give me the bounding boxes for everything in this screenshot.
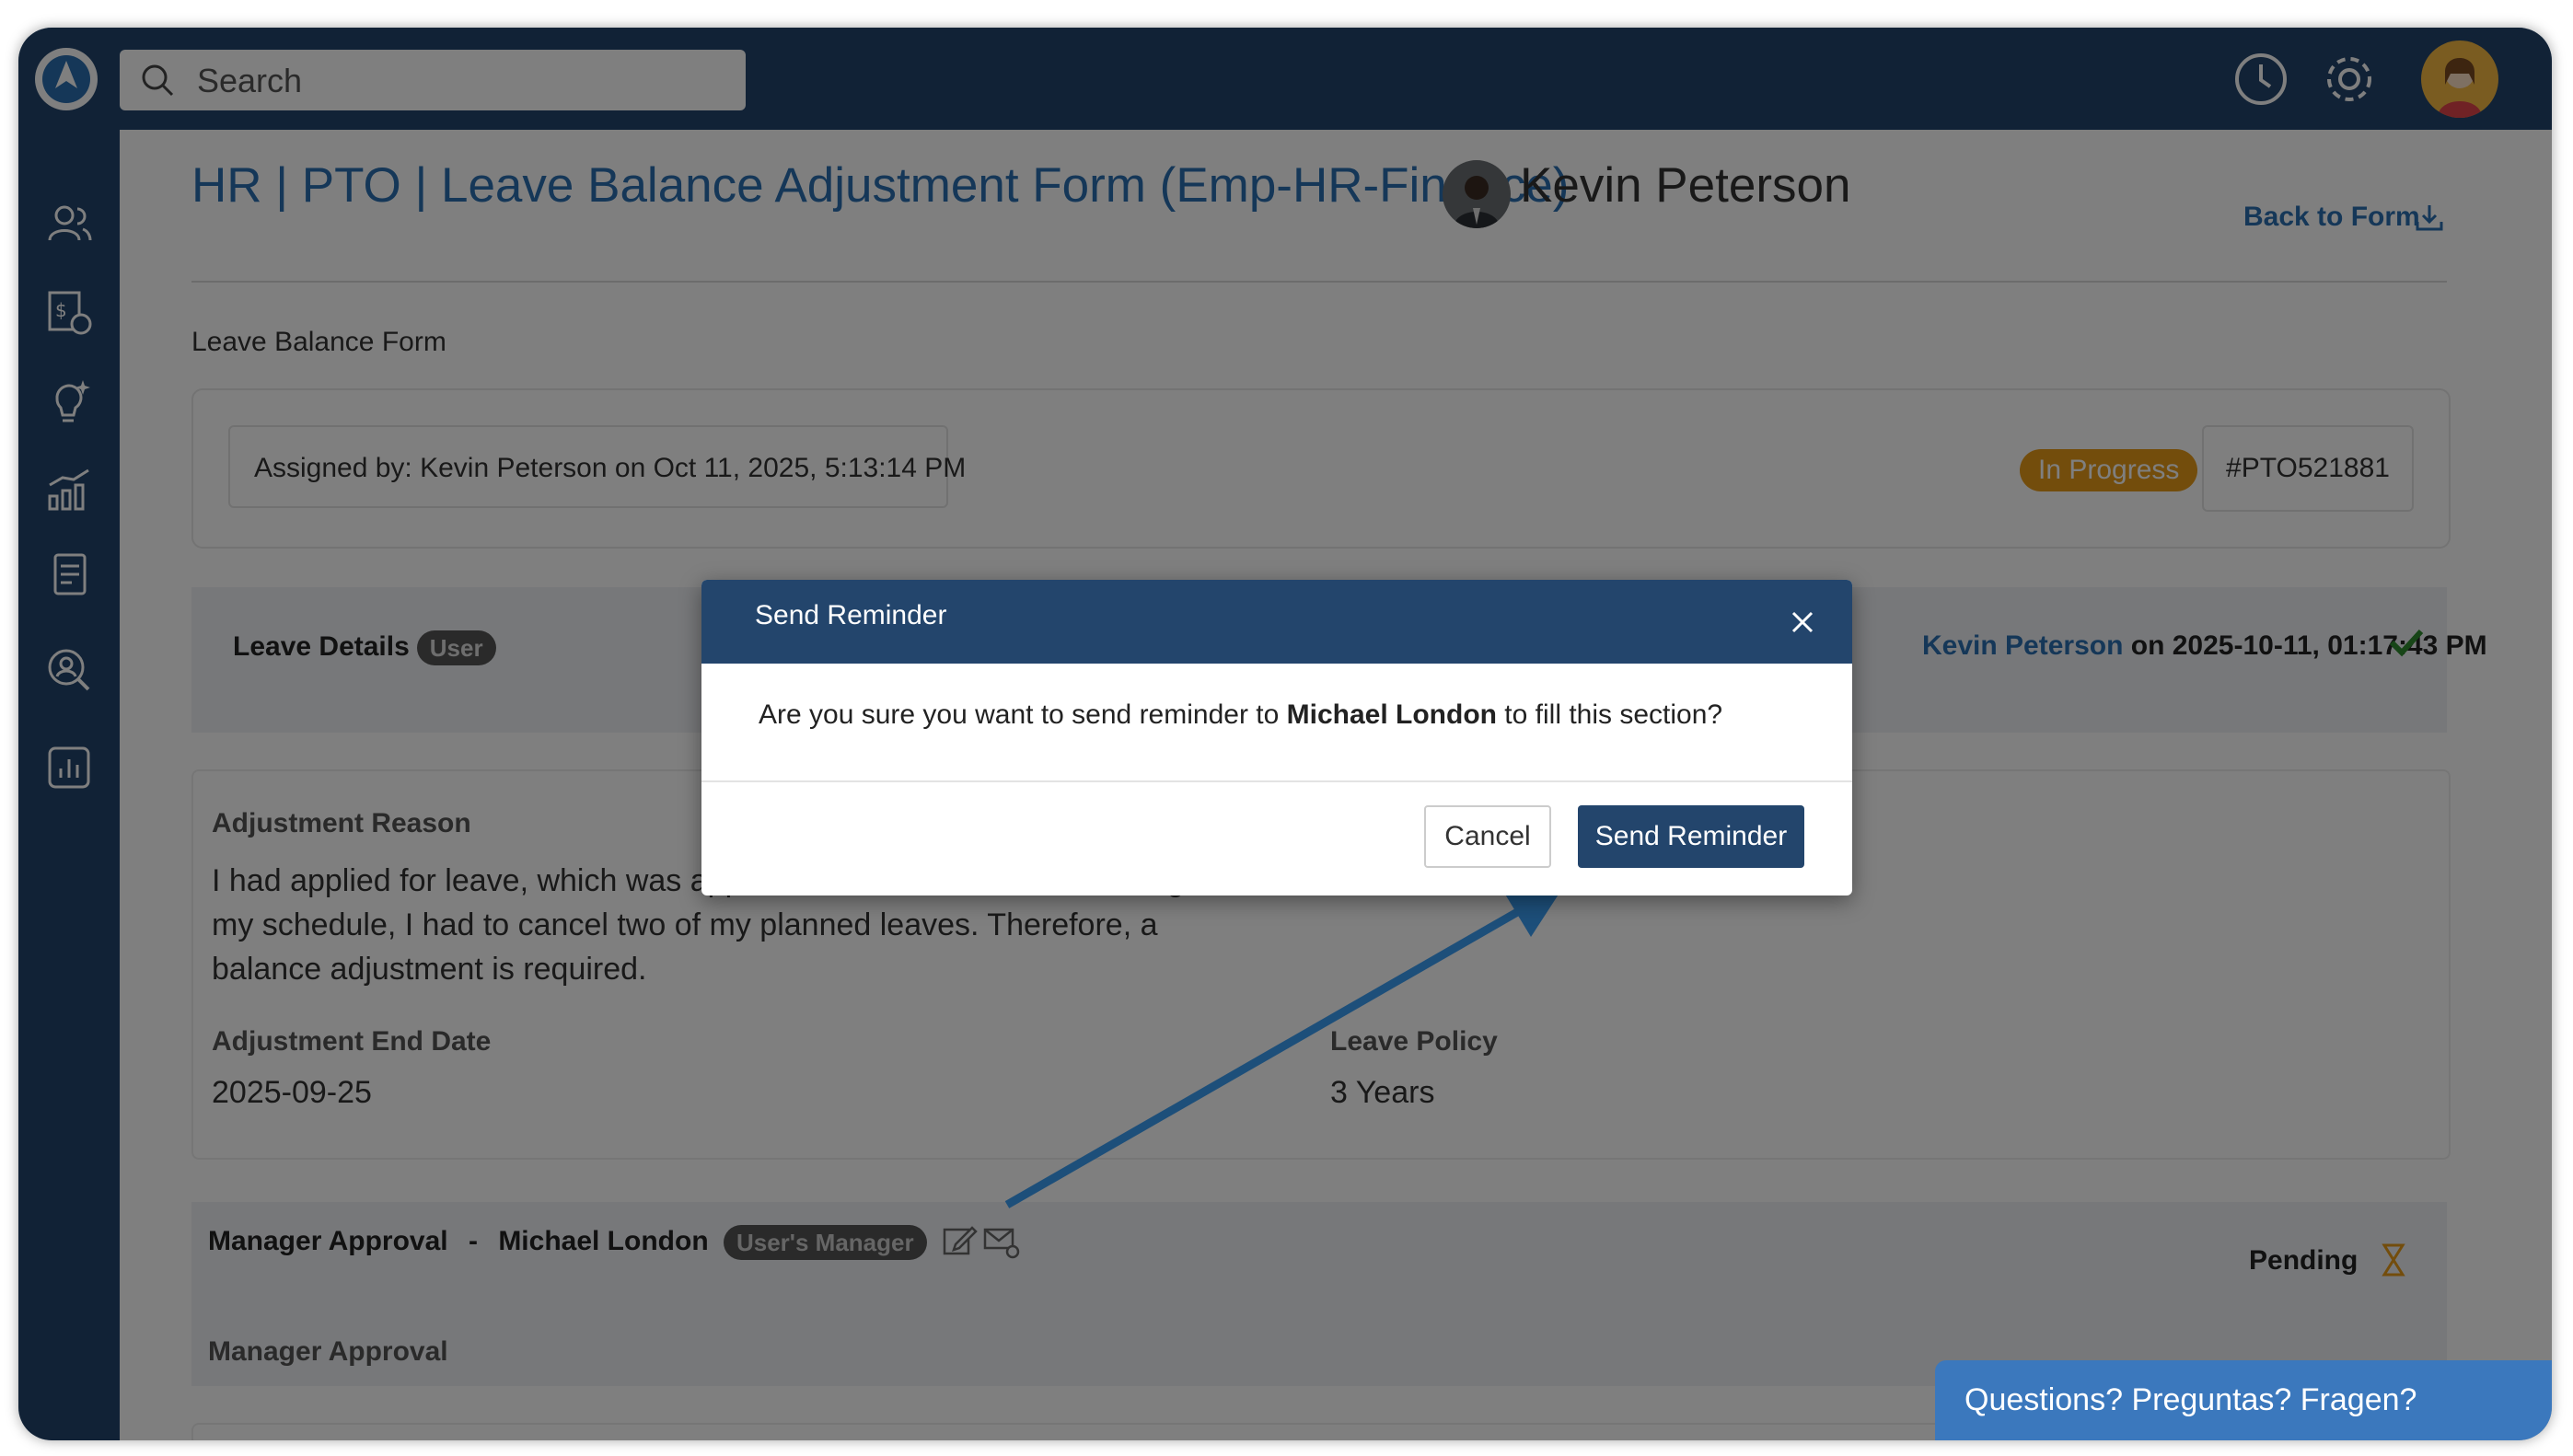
send-reminder-dialog: Send Reminder Are you sure you want to s… xyxy=(701,580,1852,896)
app-window: Search $ HR | PTO | Leave Balance Adjust… xyxy=(18,28,2552,1440)
dialog-message: Are you sure you want to send reminder t… xyxy=(759,699,1722,731)
dialog-header: Send Reminder xyxy=(701,580,1852,664)
send-reminder-button[interactable]: Send Reminder xyxy=(1578,805,1804,868)
cancel-button[interactable]: Cancel xyxy=(1424,805,1551,868)
dialog-message-prefix: Are you sure you want to send reminder t… xyxy=(759,699,1287,730)
dialog-divider xyxy=(701,780,1852,782)
help-chat-button[interactable]: Questions? Preguntas? Fragen? xyxy=(1935,1360,2552,1440)
dialog-title: Send Reminder xyxy=(755,600,947,630)
dialog-recipient: Michael London xyxy=(1286,699,1497,730)
close-icon[interactable] xyxy=(1786,606,1819,639)
dialog-message-suffix: to fill this section? xyxy=(1496,699,1723,730)
